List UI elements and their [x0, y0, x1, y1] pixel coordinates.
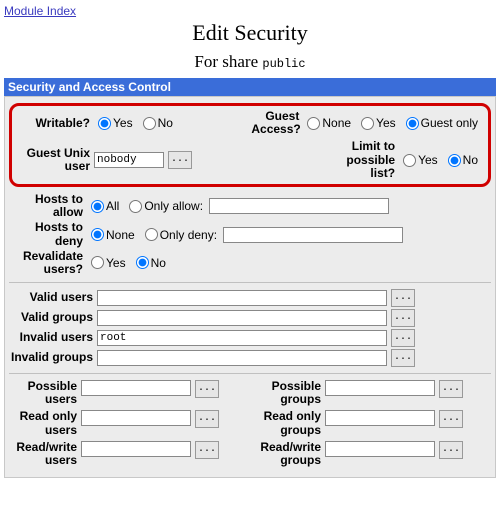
valid-users-label: Valid users	[9, 291, 97, 304]
read-write-groups-input[interactable]	[325, 441, 435, 457]
share-name: public	[262, 57, 305, 71]
hosts-allow-all[interactable]: All	[87, 199, 119, 213]
guest-only-radio[interactable]	[406, 117, 419, 130]
writable-label: Writable?	[16, 117, 94, 130]
share-prefix: For share	[194, 52, 258, 71]
guest-unix-user-label: Guest Unix user	[16, 147, 94, 173]
valid-users-input[interactable]	[97, 290, 387, 306]
hosts-allow-only-radio[interactable]	[129, 200, 142, 213]
read-only-users-input[interactable]	[81, 410, 191, 426]
read-write-groups-browse[interactable]: ...	[439, 441, 463, 459]
writable-no-text: No	[158, 116, 173, 130]
revalidate-yes-radio[interactable]	[91, 256, 104, 269]
hosts-deny-none-text: None	[106, 228, 135, 242]
security-panel: Writable? Yes No Guest Access? None	[4, 96, 496, 478]
possible-groups-label: Possible groups	[253, 380, 325, 406]
guest-yes[interactable]: Yes	[357, 116, 396, 130]
invalid-groups-input[interactable]	[97, 350, 387, 366]
writable-no-radio[interactable]	[143, 117, 156, 130]
guest-only-text: Guest only	[421, 116, 478, 130]
separator-2	[9, 373, 491, 374]
limit-no-radio[interactable]	[448, 154, 461, 167]
revalidate-no-text: No	[151, 256, 166, 270]
revalidate-no[interactable]: No	[132, 256, 166, 270]
guest-unix-user-input[interactable]	[94, 152, 164, 168]
possible-groups-input[interactable]	[325, 380, 435, 396]
separator-1	[9, 282, 491, 283]
valid-groups-input[interactable]	[97, 310, 387, 326]
read-write-users-browse[interactable]: ...	[195, 441, 219, 459]
hosts-allow-only-text: Only allow:	[144, 199, 203, 213]
share-line: For share public	[4, 52, 496, 72]
limit-yes-radio[interactable]	[403, 154, 416, 167]
writable-yes-text: Yes	[113, 116, 133, 130]
valid-groups-label: Valid groups	[9, 311, 97, 324]
valid-users-browse[interactable]: ...	[391, 289, 415, 307]
highlight-box: Writable? Yes No Guest Access? None	[9, 103, 491, 187]
revalidate-label: Revalidate users?	[9, 250, 87, 276]
invalid-groups-label: Invalid groups	[9, 351, 97, 364]
read-only-groups-input[interactable]	[325, 410, 435, 426]
guest-unix-user-browse[interactable]: ...	[168, 151, 192, 169]
valid-groups-browse[interactable]: ...	[391, 309, 415, 327]
hosts-allow-only[interactable]: Only allow:	[125, 199, 203, 213]
section-title-bar: Security and Access Control	[4, 78, 496, 96]
invalid-users-browse[interactable]: ...	[391, 329, 415, 347]
guest-yes-text: Yes	[376, 116, 396, 130]
limit-yes-text: Yes	[418, 153, 438, 167]
hosts-deny-none-radio[interactable]	[91, 228, 104, 241]
revalidate-yes[interactable]: Yes	[87, 256, 126, 270]
possible-users-input[interactable]	[81, 380, 191, 396]
hosts-deny-input[interactable]	[223, 227, 403, 243]
revalidate-no-radio[interactable]	[136, 256, 149, 269]
hosts-deny-none[interactable]: None	[87, 228, 135, 242]
hosts-allow-all-radio[interactable]	[91, 200, 104, 213]
invalid-users-input[interactable]	[97, 330, 387, 346]
read-only-groups-label: Read only groups	[253, 410, 325, 436]
hosts-allow-all-text: All	[106, 199, 119, 213]
writable-yes-radio[interactable]	[98, 117, 111, 130]
writable-yes[interactable]: Yes	[94, 116, 133, 130]
hosts-deny-only-text: Only deny:	[160, 228, 217, 242]
read-write-users-label: Read/write users	[9, 441, 81, 467]
limit-no-text: No	[463, 153, 478, 167]
possible-users-label: Possible users	[9, 380, 81, 406]
module-index-link[interactable]: Module Index	[4, 4, 76, 18]
possible-users-browse[interactable]: ...	[195, 380, 219, 398]
guest-none-radio[interactable]	[307, 117, 320, 130]
revalidate-yes-text: Yes	[106, 256, 126, 270]
guest-yes-radio[interactable]	[361, 117, 374, 130]
hosts-deny-only[interactable]: Only deny:	[141, 228, 217, 242]
hosts-allow-input[interactable]	[209, 198, 389, 214]
read-only-groups-browse[interactable]: ...	[439, 410, 463, 428]
read-only-users-label: Read only users	[9, 410, 81, 436]
read-write-groups-label: Read/write groups	[253, 441, 325, 467]
invalid-users-label: Invalid users	[9, 331, 97, 344]
guest-access-label: Guest Access?	[251, 110, 303, 136]
invalid-groups-browse[interactable]: ...	[391, 349, 415, 367]
limit-no[interactable]: No	[444, 153, 478, 167]
limit-possible-label: Limit to possible list?	[339, 140, 399, 180]
read-only-users-browse[interactable]: ...	[195, 410, 219, 428]
guest-only[interactable]: Guest only	[402, 116, 478, 130]
page-title: Edit Security	[4, 20, 496, 46]
writable-no[interactable]: No	[139, 116, 173, 130]
hosts-deny-label: Hosts to deny	[9, 221, 87, 247]
read-write-users-input[interactable]	[81, 441, 191, 457]
possible-groups-browse[interactable]: ...	[439, 380, 463, 398]
hosts-deny-only-radio[interactable]	[145, 228, 158, 241]
guest-none-text: None	[322, 116, 351, 130]
guest-none[interactable]: None	[303, 116, 351, 130]
limit-yes[interactable]: Yes	[399, 153, 438, 167]
hosts-allow-label: Hosts to allow	[9, 193, 87, 219]
